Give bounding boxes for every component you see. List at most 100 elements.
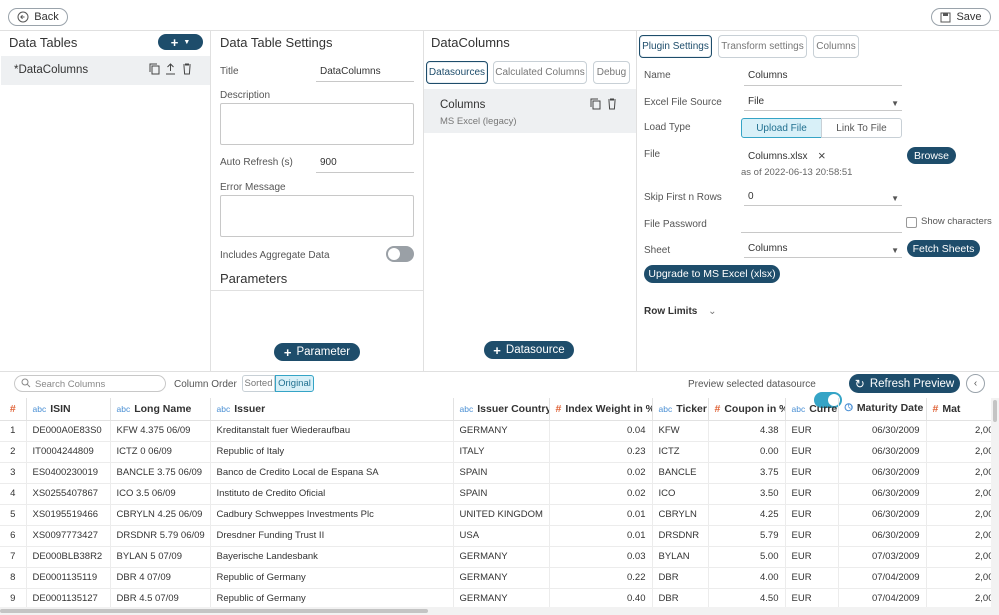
column-header[interactable]: abc ISIN [26,398,111,421]
tab-transform-settings[interactable]: Transform settings [718,35,807,58]
add-datasource-button[interactable]: + Datasource [484,341,574,359]
table-row[interactable]: 1 DE000A0E83S0 KFW 4.375 06/09 Kreditanstal… [0,420,999,442]
upgrade-button[interactable]: Upgrade to MS Excel (xlsx) [644,265,780,283]
table-row[interactable]: 9 DE0001135127 DBR 4.5 07/09 Republic of Ge… [0,588,999,610]
sheet-label: Sheet [644,245,671,256]
fetch-sheets-button[interactable]: Fetch Sheets [907,240,980,257]
search-columns-input[interactable]: Search Columns [14,375,166,392]
parameters-title: Parameters [220,271,288,286]
column-header[interactable]: abc Ticker [652,398,709,421]
table-cell: 2,00 [926,483,999,505]
row-number-header[interactable]: # [0,398,27,421]
scrollbar-thumb[interactable] [0,609,428,613]
table-cell: Banco de Credito Local de Espana SA [210,462,454,484]
column-header[interactable]: abc Long Name [110,398,211,421]
table-cell: DBR [652,588,709,610]
row-limits-toggle[interactable]: Row Limits ⌄ [644,306,717,317]
copy-icon[interactable] [149,63,160,75]
title-label: Title [220,66,239,77]
column-header[interactable]: 🕓︎ Maturity Date [838,398,927,421]
plus-icon: + [283,344,292,360]
clock-icon: 🕓︎ [844,402,853,415]
vertical-scrollbar[interactable] [991,398,999,607]
trash-icon[interactable] [182,63,192,75]
file-password-input[interactable] [741,218,902,233]
table-cell: 2,00 [926,567,999,589]
table-cell: Instituto de Credito Oficial [210,483,454,505]
tab-calculated-columns[interactable]: Calculated Columns [493,61,587,84]
column-header[interactable]: abc Issuer [210,398,454,421]
table-cell: Bayerische Landesbank [210,546,454,568]
table-row[interactable]: 7 DE000BLB38R2 BYLAN 5 07/09 Bayerische Lan… [0,546,999,568]
table-cell: DE0001135119 [26,567,111,589]
table-cell: 06/30/2009 [838,420,927,442]
refresh-preview-button[interactable]: ↻ Refresh Preview [849,374,960,393]
load-type-label: Load Type [644,122,691,133]
load-link-option[interactable]: Link To File [821,118,902,138]
show-characters-checkbox[interactable] [906,217,917,228]
trash-icon[interactable] [607,98,617,110]
load-upload-option[interactable]: Upload File [741,118,822,138]
aggregate-toggle[interactable] [386,246,414,262]
table-cell: 3.50 [708,483,786,505]
table-cell: 06/30/2009 [838,483,927,505]
table-row[interactable]: 2 IT0004244809 ICTZ 0 06/09 Republic of Ita… [0,441,999,463]
table-cell: KFW [652,420,709,442]
column-order-label: Column Order [174,379,237,390]
table-cell: Republic of Italy [210,441,454,463]
copy-icon[interactable] [590,98,601,110]
excel-source-select[interactable]: File ▼ [744,96,902,111]
tab-plugin-settings[interactable]: Plugin Settings [639,35,712,58]
table-row[interactable]: 6 XS0097773427 DRSDNR 5.79 06/09 Dresdner F… [0,525,999,547]
save-button[interactable]: Save [931,8,991,26]
table-cell: GERMANY [453,588,550,610]
add-data-table-button[interactable]: + ▼ [158,34,203,50]
row-number-cell: 6 [0,525,27,547]
settings-title: Data Table Settings [220,35,333,50]
plus-icon: + [493,342,501,358]
close-icon[interactable]: × [818,148,826,163]
row-number-cell: 1 [0,420,27,442]
table-cell: 2,00 [926,441,999,463]
title-input[interactable]: DataColumns [316,66,414,82]
scrollbar-thumb[interactable] [993,400,997,422]
back-button[interactable]: Back [8,8,68,26]
export-icon[interactable] [165,63,176,75]
column-header[interactable]: abcCurrency [785,398,839,421]
skip-rows-select[interactable]: 0 ▼ [744,191,902,206]
table-row[interactable]: 4 XS0255407867 ICO 3.5 06/09 Instituto de C… [0,483,999,505]
sheet-select[interactable]: Columns ▼ [744,243,902,258]
error-message-textarea[interactable] [220,195,414,237]
collapse-left-button[interactable]: ‹ [966,374,985,393]
name-input[interactable]: Columns [744,70,902,86]
tab-columns[interactable]: Columns [813,35,859,58]
horizontal-scrollbar[interactable] [0,607,999,615]
browse-button[interactable]: Browse [907,147,956,164]
excel-source-value: File [748,96,765,107]
table-row[interactable]: 5 XS0195519466 CBRYLN 4.25 06/09 Cadbury Sc… [0,504,999,526]
auto-refresh-input[interactable]: 900 [316,157,414,173]
add-parameter-button[interactable]: + Parameter [274,343,360,361]
table-cell: ICTZ [652,441,709,463]
description-textarea[interactable] [220,103,414,145]
sorted-option[interactable]: Sorted [242,375,275,392]
table-cell: 0.03 [549,546,653,568]
column-header[interactable]: abc Issuer Country [453,398,550,421]
table-row[interactable]: 8 DE0001135119 DBR 4 07/09 Republic of Germ… [0,567,999,589]
table-cell: 06/30/2009 [838,441,927,463]
column-header[interactable]: # Index Weight in % [549,398,653,421]
file-password-label: File Password [644,219,707,230]
original-option[interactable]: Original [275,375,314,392]
table-cell: CBRYLN [652,504,709,526]
tab-debug[interactable]: Debug [593,61,630,84]
tab-datasources[interactable]: Datasources [426,61,488,84]
column-header[interactable]: # Mat [926,398,999,421]
table-row[interactable]: 3 ES0400230019 BANCLE 3.75 06/09 Banco de C… [0,462,999,484]
column-header[interactable]: # Coupon in % [708,398,786,421]
table-cell: EUR [785,525,839,547]
file-date: as of 2022-06-13 20:58:51 [741,167,853,178]
datasource-item[interactable]: Columns MS Excel (legacy) [424,89,636,133]
refresh-icon: ↻ [854,376,865,391]
data-table-item[interactable]: *DataColumns [1,56,210,85]
table-cell: 0.22 [549,567,653,589]
